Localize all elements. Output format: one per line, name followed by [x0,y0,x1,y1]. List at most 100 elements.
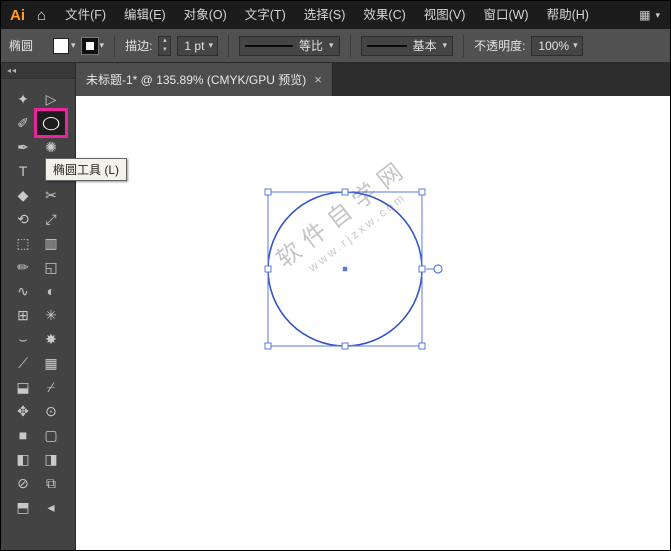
artboard-tool-icon: ⬓ [16,378,30,395]
selection-handle[interactable] [341,342,349,350]
spiral-tool[interactable]: ∿ [9,279,37,303]
ellipse-tool[interactable]: ◯ [34,108,68,138]
stroke-color-control[interactable]: ▾ [80,36,105,55]
scale-tool[interactable]: ⤢ [37,207,65,231]
gradient-button[interactable]: ◨ [37,447,65,471]
menu-file[interactable]: 文件(F) [56,1,115,29]
scale-tool-icon: ⤢ [45,210,57,227]
document-area: 未标题-1* @ 135.89% (CMYK/GPU 预览) × 软件自学网 w… [76,63,670,550]
pencil-tool-icon: ✏ [17,258,29,275]
menu-help[interactable]: 帮助(H) [538,1,598,29]
eraser-tool[interactable]: ◆ [9,183,37,207]
grid-tool[interactable]: ⊞ [9,303,37,327]
stroke-weight-field[interactable]: 1 pt ▾ [177,35,218,56]
column-graph-tool[interactable]: ▥ [37,231,65,255]
selection-handle[interactable] [264,342,272,350]
none-button-icon: ⊘ [17,474,29,491]
mesh-tool[interactable]: ▦ [37,351,65,375]
color-button[interactable]: ◧ [9,447,37,471]
artboard-tool[interactable]: ⬓ [9,375,37,399]
drawing-mode-button-icon: ⧉ [46,474,56,491]
brush-definition-value: 基本 [412,39,437,53]
fill-color-swatch[interactable]: ■ [9,423,37,447]
magic-wand-tool-icon: ✦ [17,90,29,107]
width-profile-dropdown[interactable]: 等比 ▾ [238,35,340,56]
rotate-tool[interactable]: ⟲ [9,207,37,231]
selection-handle[interactable] [418,342,426,350]
shape-builder-tool[interactable]: ◱ [37,255,65,279]
stroke-color-swatch[interactable]: ▢ [37,423,65,447]
slice-tool[interactable]: ⌿ [37,375,65,399]
app-logo[interactable]: Ai [1,7,35,24]
rotate-tool-icon: ⟲ [17,210,29,227]
menu-view[interactable]: 视图(V) [415,1,475,29]
symbol-sprayer-tool[interactable]: ✸ [37,327,65,351]
selection-handle[interactable] [341,188,349,196]
type-tool[interactable]: T [9,159,37,183]
blob-brush-tool-icon: ✺ [45,138,57,155]
opacity-field[interactable]: 100% ▾ [531,35,583,56]
home-icon[interactable]: ⌂ [35,7,56,24]
none-button[interactable]: ⊘ [9,471,37,495]
zoom-tool[interactable]: ⊙ [37,399,65,423]
menu-object[interactable]: 对象(O) [175,1,236,29]
width-tool[interactable]: ⌣ [9,327,37,351]
fill-color-swatch[interactable] [53,37,70,54]
selection-handle[interactable] [264,265,272,273]
direct-selection-tool[interactable]: ▷ [37,87,65,111]
fill-color-control[interactable]: ▾ [53,37,76,54]
type-tool-icon: T [18,163,28,179]
pen-tool[interactable]: ✒ [9,135,37,159]
hand-tool[interactable]: ✥ [9,399,37,423]
chevron-down-icon[interactable]: ▾ [443,40,448,51]
opacity-label: 不透明度: [474,39,526,53]
screen-mode-caret-icon: ◂ [47,498,55,515]
symbol-sprayer-tool-icon: ✸ [45,330,57,347]
free-transform-tool-icon: ⬚ [16,234,30,251]
chevron-down-icon[interactable]: ▾ [100,40,105,51]
stepper-up-icon[interactable]: ▴ [159,37,170,46]
pencil-tool[interactable]: ✏ [9,255,37,279]
document-tab[interactable]: 未标题-1* @ 135.89% (CMYK/GPU 预览) × [76,63,333,96]
stroke-weight-stepper[interactable]: ▴ ▾ [158,35,172,56]
stroke-profile-preview-icon [244,44,293,47]
screen-mode-button[interactable]: ⬒ [9,495,37,519]
magic-wand-tool[interactable]: ✦ [9,87,37,111]
menu-edit[interactable]: 编辑(E) [115,1,175,29]
free-transform-tool[interactable]: ⬚ [9,231,37,255]
knife-tool[interactable]: ⟋ [9,351,37,375]
stroke-color-swatch-icon: ▢ [44,426,58,443]
selection-handle[interactable] [418,265,426,273]
menu-window[interactable]: 窗口(W) [474,1,537,29]
stroke-color-swatch[interactable] [80,36,99,55]
menu-bar: Ai ⌂ 文件(F) 编辑(E) 对象(O) 文字(T) 选择(S) 效果(C)… [1,1,670,29]
canvas[interactable]: 软件自学网 www.rjzxw.com [76,96,670,550]
hand-tool-icon: ✥ [17,402,29,419]
menu-effect[interactable]: 效果(C) [354,1,414,29]
drawing-mode-button[interactable]: ⧉ [37,471,65,495]
gradient-button-icon: ◨ [44,450,58,467]
brush-definition-dropdown[interactable]: 基本 ▾ [360,35,454,56]
paintbrush-tool[interactable]: ✐ [9,111,37,135]
grid-tool-icon: ⊞ [17,306,29,323]
scissors-tool[interactable]: ✂ [37,183,65,207]
zoom-tool-icon: ⊙ [45,402,57,419]
close-icon[interactable]: × [314,72,322,87]
panel-collapse-button[interactable]: ◂◂ [1,63,75,79]
workspace-switcher[interactable]: ▦ ▾ [639,8,660,22]
gradient-tool[interactable]: ◐ [37,279,65,303]
chevron-down-icon[interactable]: ▾ [329,40,334,51]
menu-type[interactable]: 文字(T) [236,1,295,29]
chevron-down-icon[interactable]: ▾ [573,40,578,51]
pen-tool-icon: ✒ [17,138,29,155]
chevron-down-icon[interactable]: ▾ [71,40,76,51]
screen-mode-caret[interactable]: ◂ [37,495,65,519]
selection-handle[interactable] [418,188,426,196]
menu-select[interactable]: 选择(S) [295,1,355,29]
selection-handle[interactable] [264,188,272,196]
stepper-down-icon[interactable]: ▾ [159,46,170,55]
flare-tool[interactable]: ✳ [37,303,65,327]
chevron-down-icon[interactable]: ▾ [208,40,213,51]
transform-widget[interactable] [433,264,443,274]
blob-brush-tool[interactable]: ✺ [37,135,65,159]
